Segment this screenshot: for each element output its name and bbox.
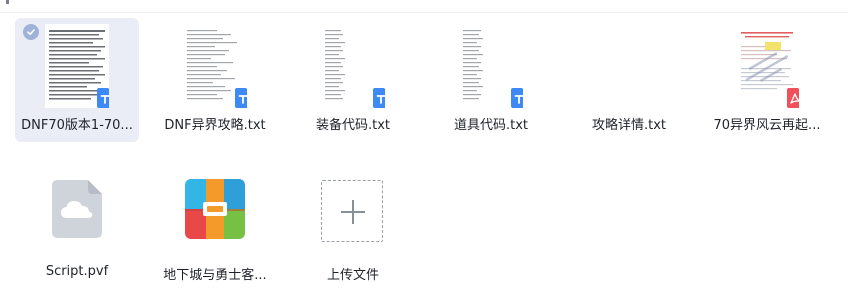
file-thumbnail xyxy=(41,24,113,108)
txt-badge-icon xyxy=(235,88,247,108)
toolbar-edge xyxy=(0,0,848,13)
cloud-file-icon xyxy=(52,180,102,238)
file-tile[interactable]: DNF异界攻略.txt xyxy=(153,18,277,142)
file-name: 装备代码.txt xyxy=(315,118,391,133)
plus-icon-stroke xyxy=(352,200,354,224)
file-name: 攻略详情.txt xyxy=(591,118,667,133)
document-preview xyxy=(183,24,247,108)
pdf-badge-icon xyxy=(787,88,799,108)
file-tile[interactable]: 道具代码.txt xyxy=(429,18,553,142)
file-thumbnail xyxy=(317,24,389,108)
file-name: 70异界风云再起... xyxy=(713,118,821,133)
file-thumbnail xyxy=(179,24,251,108)
upload-tile[interactable]: 上传文件 xyxy=(291,168,415,292)
app-package-icon xyxy=(185,179,245,239)
file-name: 地下城与勇士客... xyxy=(163,268,267,283)
document-preview xyxy=(321,24,385,108)
file-tile[interactable]: Script.pvf xyxy=(15,168,139,292)
file-thumbnail xyxy=(455,24,527,108)
file-browser: DNF70版本1-70... DNF异界攻略.txt 装备代码.txt 道具代码… xyxy=(0,0,848,304)
toolbar-marker xyxy=(6,0,9,4)
file-tile[interactable]: DNF70版本1-70... xyxy=(15,18,139,142)
file-thumbnail xyxy=(731,24,803,108)
pdf-preview xyxy=(735,24,799,108)
file-name: 道具代码.txt xyxy=(453,118,529,133)
file-tile[interactable]: 攻略详情.txt xyxy=(567,18,691,142)
document-preview xyxy=(45,24,109,108)
upload-label: 上传文件 xyxy=(326,268,379,283)
upload-button[interactable] xyxy=(321,180,383,242)
file-name: DNF异界攻略.txt xyxy=(164,118,266,133)
file-tile[interactable]: 70异界风云再起... xyxy=(705,18,829,142)
file-thumbnail xyxy=(593,24,665,108)
selected-check-icon[interactable] xyxy=(23,24,39,40)
document-preview xyxy=(611,24,647,108)
file-tile[interactable]: 地下城与勇士客... xyxy=(153,168,277,292)
document-preview xyxy=(459,24,523,108)
file-tile[interactable]: 装备代码.txt xyxy=(291,18,415,142)
file-name: DNF70版本1-70... xyxy=(21,118,133,133)
txt-badge-icon xyxy=(373,88,385,108)
txt-badge-icon xyxy=(511,88,523,108)
txt-badge-icon xyxy=(97,88,109,108)
file-name: Script.pvf xyxy=(45,264,109,279)
